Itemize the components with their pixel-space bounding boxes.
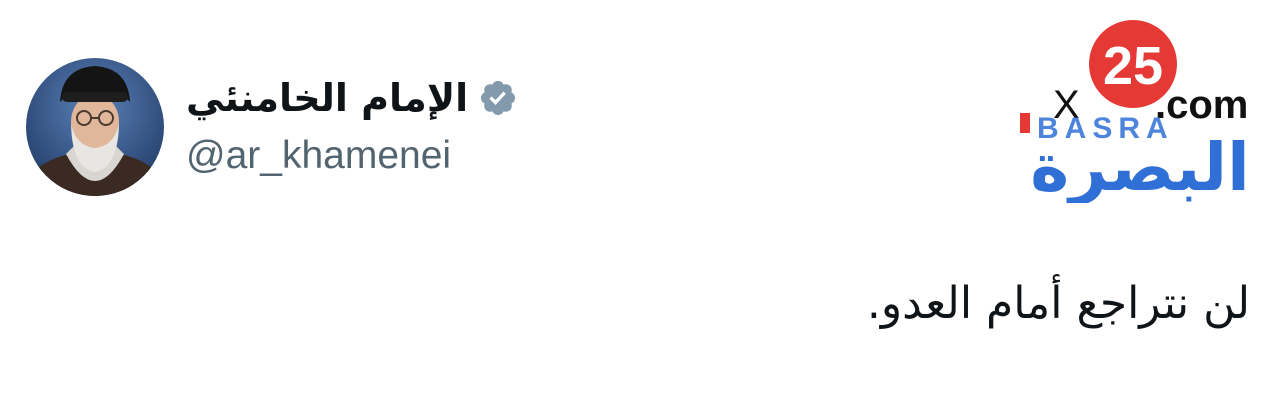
profile-handle[interactable]: @ar_khamenei [186, 136, 451, 175]
verified-badge-icon [478, 78, 518, 118]
display-name[interactable]: الإمام الخامنئي [186, 79, 468, 117]
portrait-avatar-icon [26, 58, 164, 196]
tweet-text: لن نتراجع أمام العدو. [866, 278, 1250, 329]
profile-avatar[interactable] [26, 58, 164, 196]
tweet-card: الإمام الخامنئي @ar_khamenei 25 X .com B… [0, 0, 1280, 405]
profile-name-row: الإمام الخامنئي [186, 70, 518, 126]
watermark-logo: 25 X .com BASRA البصرة [1015, 18, 1270, 203]
watermark-brand-arabic: البصرة [1030, 129, 1249, 203]
